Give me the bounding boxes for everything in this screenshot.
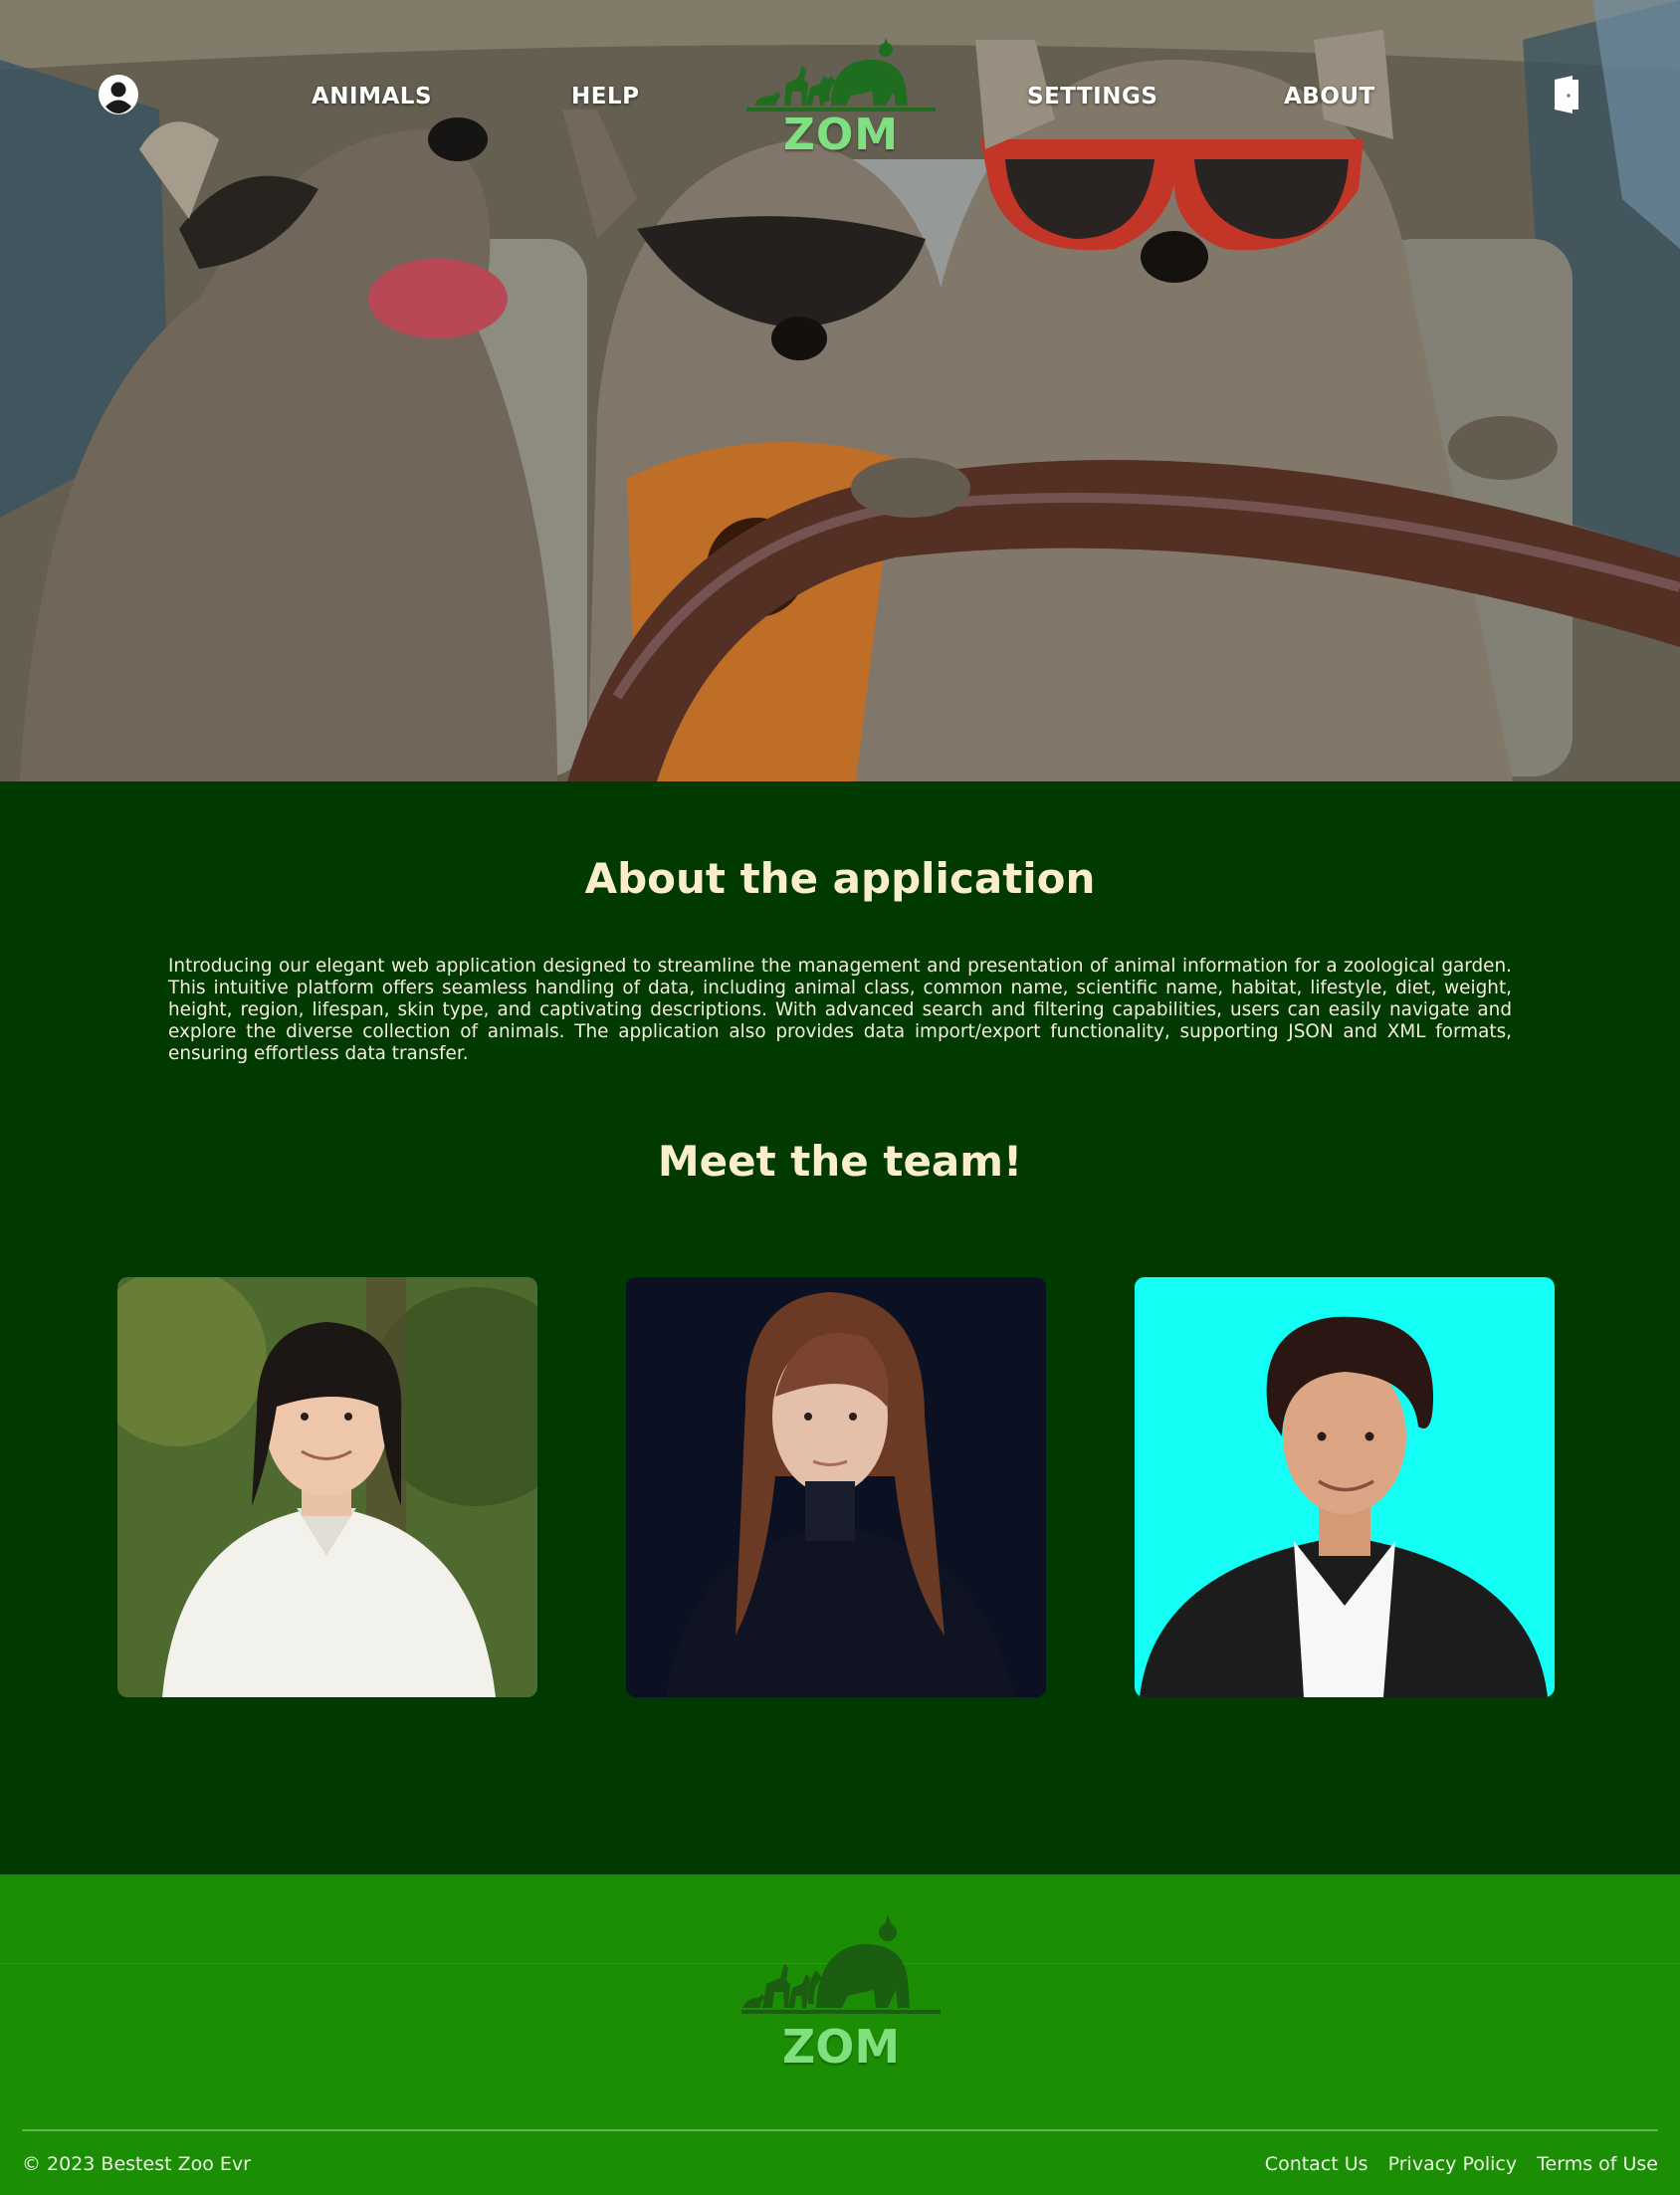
- footer: ZOM © 2023 Bestest Zoo Evr Contact Us Pr…: [0, 1874, 1680, 2195]
- top-navigation: ANIMALS HELP ZOM SETTINGS ABOUT: [0, 0, 1680, 179]
- nav-link-settings[interactable]: SETTINGS: [1027, 84, 1157, 110]
- door-exit-icon[interactable]: [1551, 74, 1582, 115]
- about-description: Introducing our elegant web application …: [168, 956, 1512, 1064]
- user-circle-icon[interactable]: [98, 74, 139, 115]
- animals-silhouette-icon: [741, 1914, 941, 2014]
- hero-section: ANIMALS HELP ZOM SETTINGS ABOUT: [0, 0, 1680, 781]
- footer-link-terms-of-use[interactable]: Terms of Use: [1537, 2153, 1658, 2175]
- animals-silhouette-icon: [746, 38, 936, 111]
- footer-link-contact-us[interactable]: Contact Us: [1265, 2153, 1368, 2175]
- team-member-3-photo: [1135, 1277, 1555, 1697]
- copyright-text: © 2023 Bestest Zoo Evr: [22, 2153, 251, 2175]
- nav-link-animals[interactable]: ANIMALS: [312, 84, 432, 110]
- footer-links: Contact Us Privacy Policy Terms of Use: [1251, 2153, 1658, 2175]
- about-title: About the application: [584, 854, 1096, 903]
- team-member-1-photo: [117, 1277, 537, 1697]
- footer-logo-text: ZOM: [781, 2020, 901, 2074]
- footer-zom-logo[interactable]: ZOM: [736, 1880, 945, 2074]
- team-title: Meet the team!: [657, 1137, 1023, 1186]
- team-member-2-photo: [626, 1277, 1046, 1697]
- nav-link-about[interactable]: ABOUT: [1284, 84, 1375, 110]
- footer-link-privacy-policy[interactable]: Privacy Policy: [1388, 2153, 1517, 2175]
- logo-text: ZOM: [782, 110, 900, 160]
- nav-link-help[interactable]: HELP: [571, 84, 639, 110]
- zom-logo[interactable]: ZOM: [736, 36, 945, 165]
- footer-divider-bottom: [22, 2129, 1658, 2131]
